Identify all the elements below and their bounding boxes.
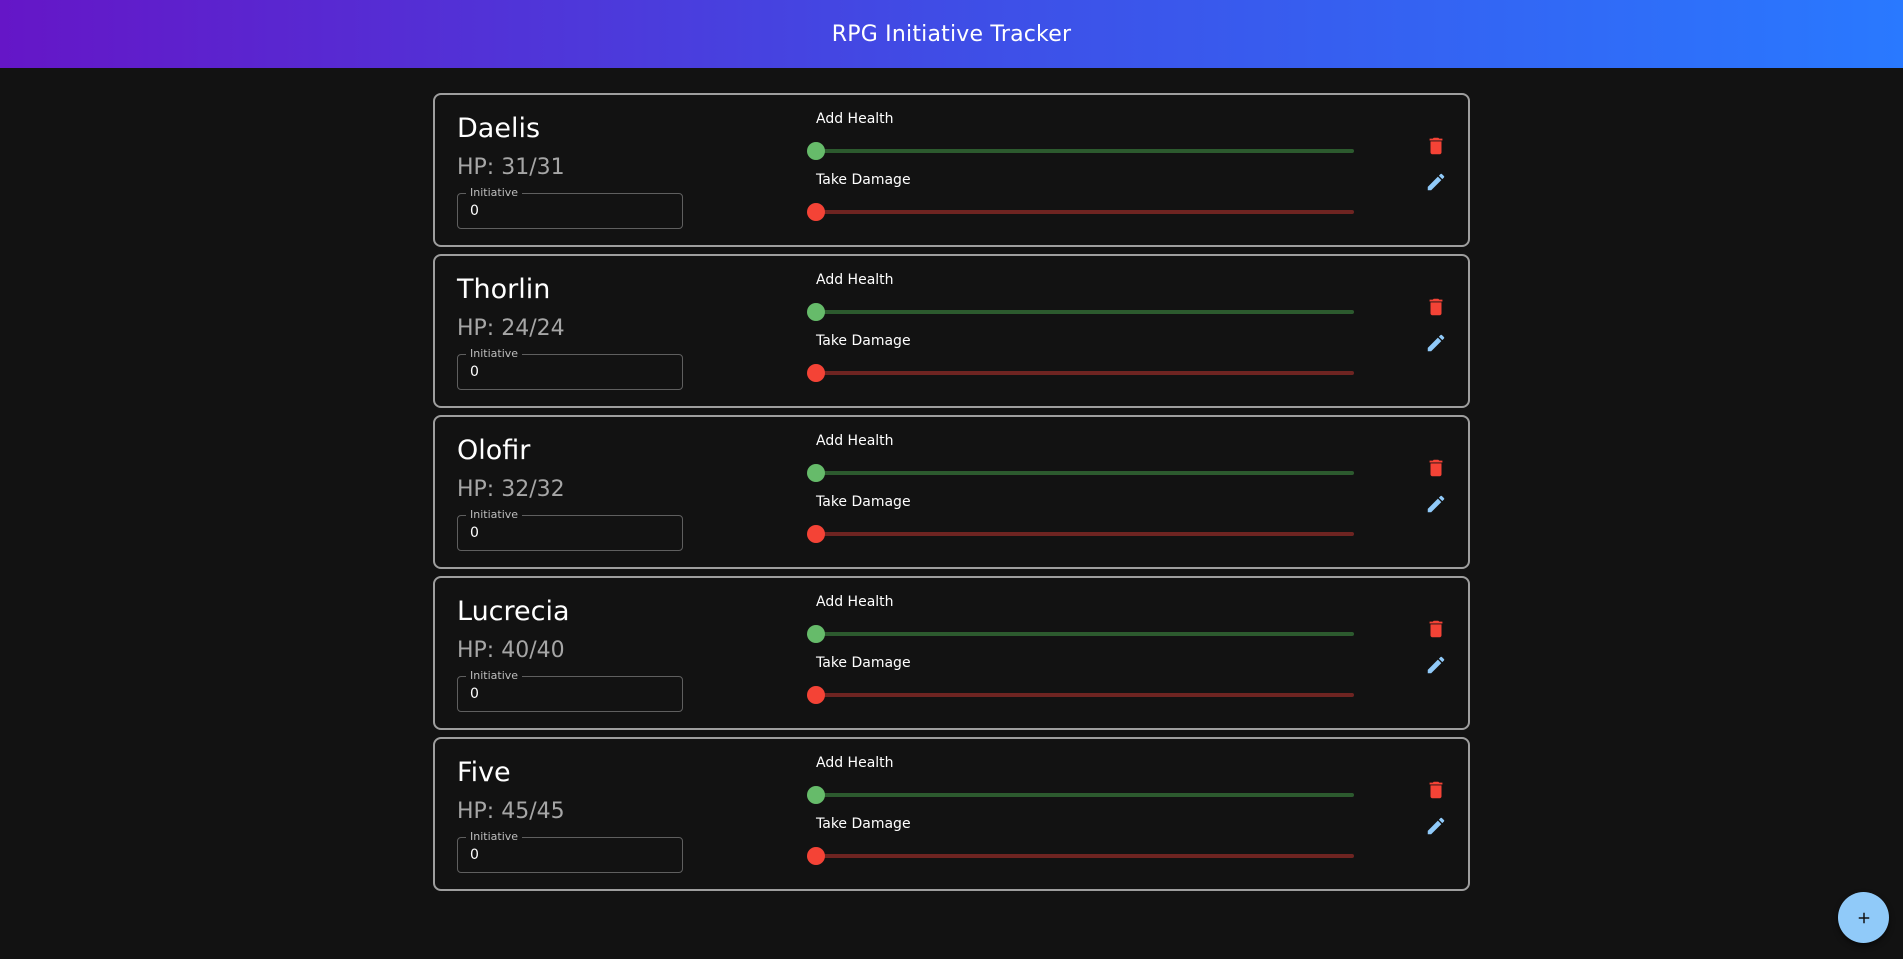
- character-name: Olofir: [457, 435, 531, 466]
- add-health-label: Add Health: [816, 433, 894, 449]
- trash-icon: [1429, 137, 1443, 155]
- add-health-slider[interactable]: [807, 141, 1354, 161]
- take-damage-label: Take Damage: [816, 172, 911, 188]
- delete-button[interactable]: [1419, 773, 1453, 807]
- edit-button[interactable]: [1419, 326, 1453, 360]
- trash-icon: [1429, 298, 1443, 316]
- add-health-label: Add Health: [816, 755, 894, 771]
- delete-button[interactable]: [1419, 129, 1453, 163]
- initiative-label: Initiative: [466, 187, 523, 199]
- hp-display: HP: 32/32: [457, 477, 565, 502]
- take-damage-slider[interactable]: [807, 363, 1354, 383]
- take-damage-slider[interactable]: [807, 524, 1354, 544]
- character-card: Five HP: 45/45 Initiative 0 Add Health T…: [433, 737, 1470, 891]
- character-card: Daelis HP: 31/31 Initiative 0 Add Health…: [433, 93, 1470, 247]
- edit-button[interactable]: [1419, 487, 1453, 521]
- take-damage-thumb[interactable]: [807, 525, 825, 543]
- add-health-thumb[interactable]: [807, 142, 825, 160]
- take-damage-label: Take Damage: [816, 333, 911, 349]
- hp-display: HP: 40/40: [457, 638, 565, 663]
- edit-button[interactable]: [1419, 809, 1453, 843]
- character-card: Olofir HP: 32/32 Initiative 0 Add Health…: [433, 415, 1470, 569]
- add-health-label: Add Health: [816, 111, 894, 127]
- delete-button[interactable]: [1419, 451, 1453, 485]
- initiative-label: Initiative: [466, 831, 523, 843]
- pencil-icon: [1427, 495, 1445, 513]
- initiative-label: Initiative: [466, 509, 523, 521]
- take-damage-label: Take Damage: [816, 816, 911, 832]
- initiative-value[interactable]: 0: [470, 686, 479, 702]
- character-name: Daelis: [457, 113, 541, 144]
- initiative-value[interactable]: 0: [470, 203, 479, 219]
- pencil-icon: [1427, 173, 1445, 191]
- take-damage-track[interactable]: [816, 854, 1354, 858]
- add-health-thumb[interactable]: [807, 786, 825, 804]
- character-name: Lucrecia: [457, 596, 570, 627]
- character-list: Daelis HP: 31/31 Initiative 0 Add Health…: [433, 93, 1470, 898]
- add-health-label: Add Health: [816, 594, 894, 610]
- add-health-thumb[interactable]: [807, 303, 825, 321]
- add-health-slider[interactable]: [807, 785, 1354, 805]
- take-damage-track[interactable]: [816, 693, 1354, 697]
- add-health-thumb[interactable]: [807, 464, 825, 482]
- initiative-field[interactable]: Initiative 0: [457, 187, 683, 229]
- take-damage-thumb[interactable]: [807, 364, 825, 382]
- add-health-track[interactable]: [816, 632, 1354, 636]
- take-damage-label: Take Damage: [816, 494, 911, 510]
- edit-button[interactable]: [1419, 165, 1453, 199]
- take-damage-slider[interactable]: [807, 685, 1354, 705]
- trash-icon: [1429, 459, 1443, 477]
- initiative-label: Initiative: [466, 670, 523, 682]
- take-damage-slider[interactable]: [807, 846, 1354, 866]
- initiative-field[interactable]: Initiative 0: [457, 670, 683, 712]
- initiative-field[interactable]: Initiative 0: [457, 348, 683, 390]
- delete-button[interactable]: [1419, 612, 1453, 646]
- initiative-field[interactable]: Initiative 0: [457, 509, 683, 551]
- hp-display: HP: 24/24: [457, 316, 565, 341]
- initiative-value[interactable]: 0: [470, 525, 479, 541]
- add-health-slider[interactable]: [807, 624, 1354, 644]
- take-damage-track[interactable]: [816, 210, 1354, 214]
- take-damage-thumb[interactable]: [807, 203, 825, 221]
- add-health-track[interactable]: [816, 310, 1354, 314]
- take-damage-thumb[interactable]: [807, 847, 825, 865]
- initiative-label: Initiative: [466, 348, 523, 360]
- initiative-value[interactable]: 0: [470, 847, 479, 863]
- initiative-field[interactable]: Initiative 0: [457, 831, 683, 873]
- trash-icon: [1429, 620, 1443, 638]
- character-name: Five: [457, 757, 511, 788]
- trash-icon: [1429, 781, 1443, 799]
- hp-display: HP: 45/45: [457, 799, 565, 824]
- app-bar: RPG Initiative Tracker: [0, 0, 1903, 68]
- add-health-track[interactable]: [816, 149, 1354, 153]
- character-name: Thorlin: [457, 274, 551, 305]
- add-health-thumb[interactable]: [807, 625, 825, 643]
- take-damage-track[interactable]: [816, 371, 1354, 375]
- hp-display: HP: 31/31: [457, 155, 565, 180]
- plus-icon: [1858, 912, 1869, 923]
- add-health-track[interactable]: [816, 793, 1354, 797]
- add-health-label: Add Health: [816, 272, 894, 288]
- add-health-track[interactable]: [816, 471, 1354, 475]
- pencil-icon: [1427, 334, 1445, 352]
- pencil-icon: [1427, 656, 1445, 674]
- character-card: Thorlin HP: 24/24 Initiative 0 Add Healt…: [433, 254, 1470, 408]
- take-damage-track[interactable]: [816, 532, 1354, 536]
- app-title: RPG Initiative Tracker: [831, 21, 1072, 47]
- initiative-value[interactable]: 0: [470, 364, 479, 380]
- take-damage-thumb[interactable]: [807, 686, 825, 704]
- character-card: Lucrecia HP: 40/40 Initiative 0 Add Heal…: [433, 576, 1470, 730]
- pencil-icon: [1427, 817, 1445, 835]
- add-character-button[interactable]: [1838, 892, 1889, 943]
- add-health-slider[interactable]: [807, 463, 1354, 483]
- delete-button[interactable]: [1419, 290, 1453, 324]
- add-health-slider[interactable]: [807, 302, 1354, 322]
- take-damage-label: Take Damage: [816, 655, 911, 671]
- edit-button[interactable]: [1419, 648, 1453, 682]
- take-damage-slider[interactable]: [807, 202, 1354, 222]
